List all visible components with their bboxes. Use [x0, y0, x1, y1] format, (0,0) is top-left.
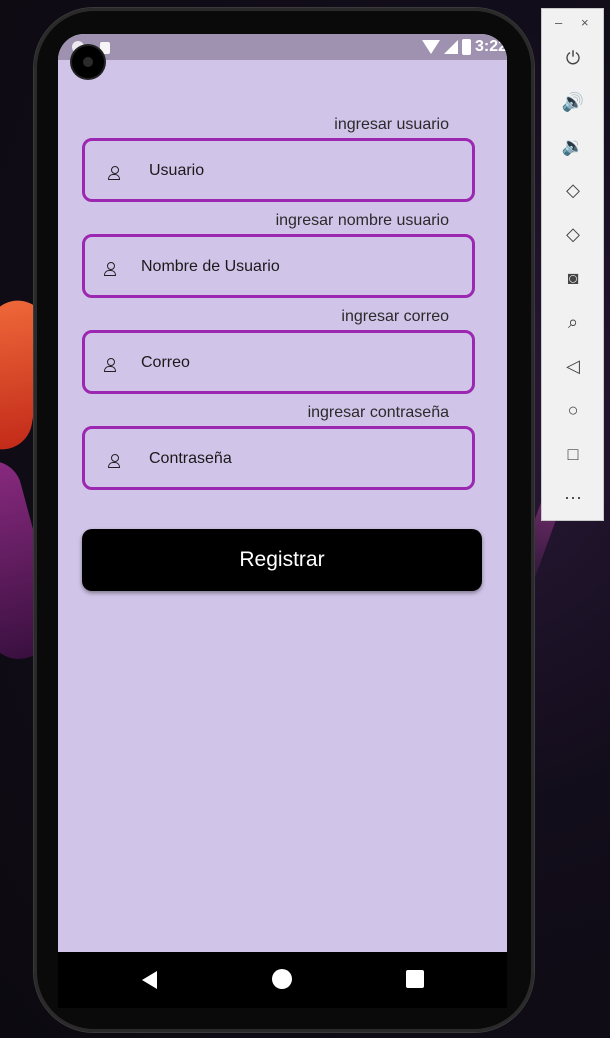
battery-icon	[461, 39, 471, 55]
correo-input[interactable]: Correo	[141, 354, 190, 372]
rotate-right-icon[interactable]: ◇	[560, 221, 586, 247]
back-icon[interactable]: ◁	[560, 353, 586, 379]
volume-up-icon[interactable]: 🔊	[560, 89, 586, 115]
navigation-bar	[58, 952, 507, 1008]
usuario-input[interactable]: Usuario	[149, 162, 204, 180]
nombre-usuario-field[interactable]: Nombre de Usuario	[82, 234, 475, 298]
back-icon[interactable]	[142, 971, 157, 989]
label-nombre-usuario: ingresar nombre usuario	[275, 212, 449, 229]
label-correo: ingresar correo	[341, 308, 449, 325]
status-right-icons: 3:22	[421, 37, 507, 57]
status-bar: 3:22	[58, 34, 507, 60]
contrasena-input[interactable]: Contraseña	[149, 450, 232, 468]
correo-field[interactable]: Correo	[82, 330, 475, 394]
rotate-left-icon[interactable]: ◇	[560, 177, 586, 203]
person-icon	[107, 166, 121, 180]
volume-down-icon[interactable]: 🔉	[560, 133, 586, 159]
label-usuario: ingresar usuario	[334, 116, 449, 133]
person-icon	[103, 358, 117, 372]
emulator-toolbar: – × ⏻ 🔊 🔉 ◇ ◇ ◙ ⌕ ◁ ○ □ ⋯	[541, 8, 604, 521]
power-icon[interactable]: ⏻	[560, 45, 586, 71]
minimize-button[interactable]: –	[555, 15, 562, 30]
overview-icon[interactable]: □	[560, 441, 586, 467]
more-icon[interactable]: ⋯	[560, 485, 586, 511]
registrar-button[interactable]: Registrar	[82, 529, 482, 591]
label-contrasena: ingresar contraseña	[307, 404, 449, 421]
contrasena-field[interactable]: Contraseña	[82, 426, 475, 490]
wifi-icon	[421, 40, 440, 54]
status-time: 3:22	[474, 38, 507, 55]
sd-card-icon	[100, 42, 110, 54]
close-button[interactable]: ×	[581, 15, 589, 30]
overview-icon[interactable]	[406, 970, 424, 988]
home-icon[interactable]	[272, 969, 292, 989]
zoom-icon[interactable]: ⌕	[560, 309, 586, 335]
app-screen: 3:22 ingresar usuario Usuario ingresar n…	[58, 34, 507, 952]
front-camera	[72, 46, 104, 78]
signal-icon	[443, 40, 458, 54]
home-icon[interactable]: ○	[560, 397, 586, 423]
person-icon	[103, 262, 117, 276]
person-icon	[107, 454, 121, 468]
camera-icon[interactable]: ◙	[560, 265, 586, 291]
usuario-field[interactable]: Usuario	[82, 138, 475, 202]
nombre-usuario-input[interactable]: Nombre de Usuario	[141, 258, 280, 276]
emulator-window-controls: – ×	[542, 15, 605, 33]
